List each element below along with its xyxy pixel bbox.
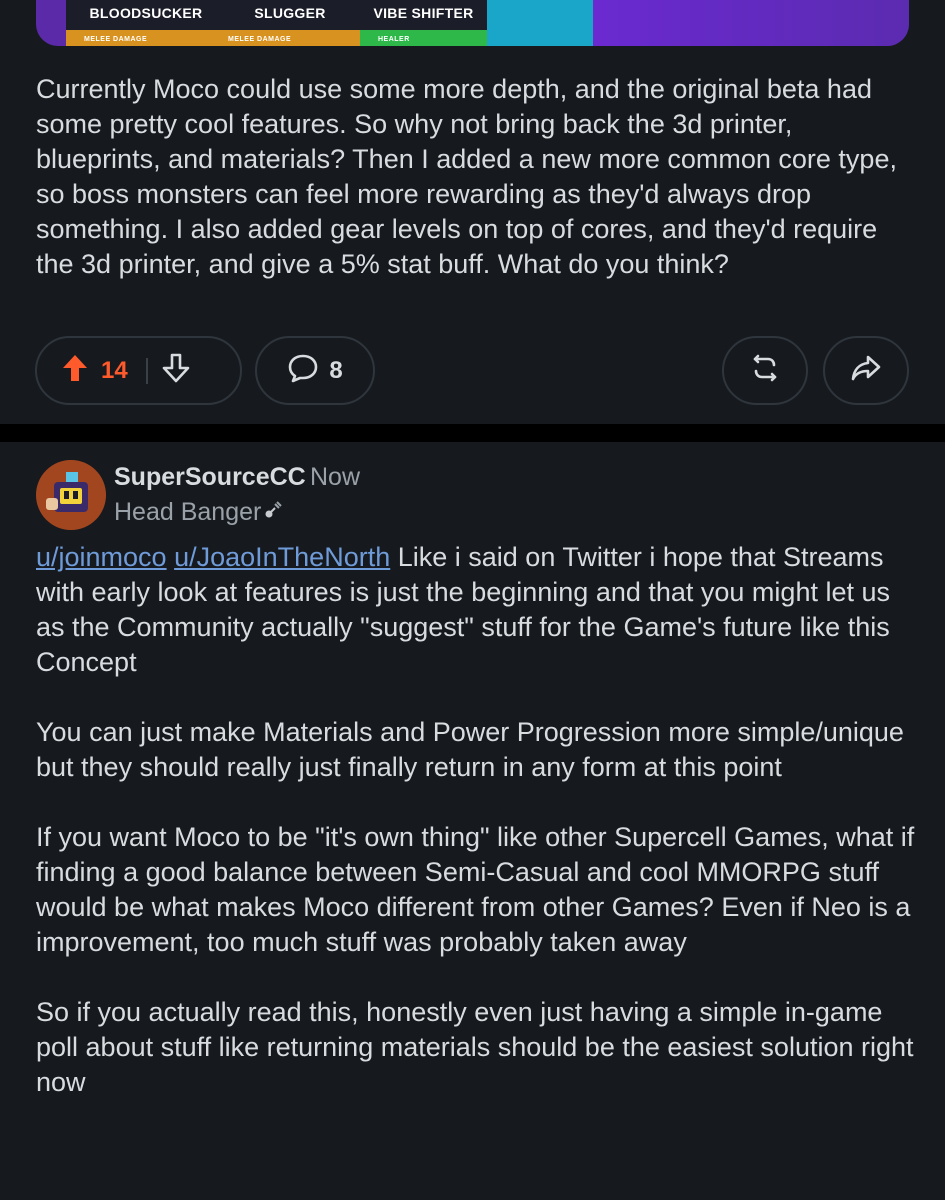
image-card-vibe-shifter: VIBE SHIFTER HEALER	[360, 0, 487, 46]
comment-body: u/joinmoco u/JoaoInTheNorth Like i said …	[36, 540, 916, 1135]
arrow-up-icon[interactable]	[61, 353, 89, 388]
post-separator	[0, 424, 945, 442]
guitar-icon	[263, 498, 285, 527]
comment-paragraph: You can just make Materials and Power Pr…	[36, 717, 904, 782]
comment-paragraph: u/joinmoco u/JoaoInTheNorth Like i said …	[36, 540, 916, 680]
comment-timestamp: Now	[310, 463, 361, 491]
card-name: SLUGGER	[210, 0, 370, 30]
upvote-count: 14	[101, 356, 128, 384]
crosspost-button[interactable]	[722, 336, 808, 405]
mention-link[interactable]: u/JoaoInTheNorth	[174, 542, 390, 572]
card-sub: HEALER	[378, 36, 410, 43]
mention-link[interactable]: u/joinmoco	[36, 542, 167, 572]
post-body: Currently Moco could use some more depth…	[36, 74, 897, 279]
vote-divider	[145, 357, 148, 384]
image-card-slugger: SLUGGER MELEE DAMAGE	[210, 0, 370, 46]
speech-bubble-icon	[287, 353, 319, 388]
share-arrow-icon	[850, 354, 882, 387]
card-name: VIBE SHIFTER	[360, 0, 487, 30]
crosspost-icon	[750, 352, 780, 389]
card-name: BLOODSUCKER	[66, 0, 226, 30]
card-sub: MELEE DAMAGE	[228, 36, 292, 43]
image-strip-purple	[593, 0, 909, 46]
share-button[interactable]	[823, 336, 909, 405]
arrow-down-icon[interactable]	[162, 353, 190, 388]
image-card-bloodsucker: BLOODSUCKER MELEE DAMAGE	[66, 0, 226, 46]
card-sub: MELEE DAMAGE	[84, 36, 148, 43]
avatar[interactable]	[36, 460, 106, 530]
comment-button[interactable]: 8	[255, 336, 375, 405]
comment-count: 8	[329, 356, 343, 384]
comment-paragraph: If you want Moco to be "it's own thing" …	[36, 822, 915, 957]
post-image[interactable]: BLOODSUCKER MELEE DAMAGE SLUGGER MELEE D…	[36, 0, 909, 46]
image-strip-teal	[487, 0, 593, 46]
user-flair: Head Banger	[114, 498, 285, 527]
flair-text: Head Banger	[114, 498, 262, 526]
comment-paragraph: So if you actually read this, honestly e…	[36, 997, 914, 1097]
vote-bar: 14	[35, 336, 242, 405]
comment-username[interactable]: SuperSourceCC	[114, 463, 306, 492]
